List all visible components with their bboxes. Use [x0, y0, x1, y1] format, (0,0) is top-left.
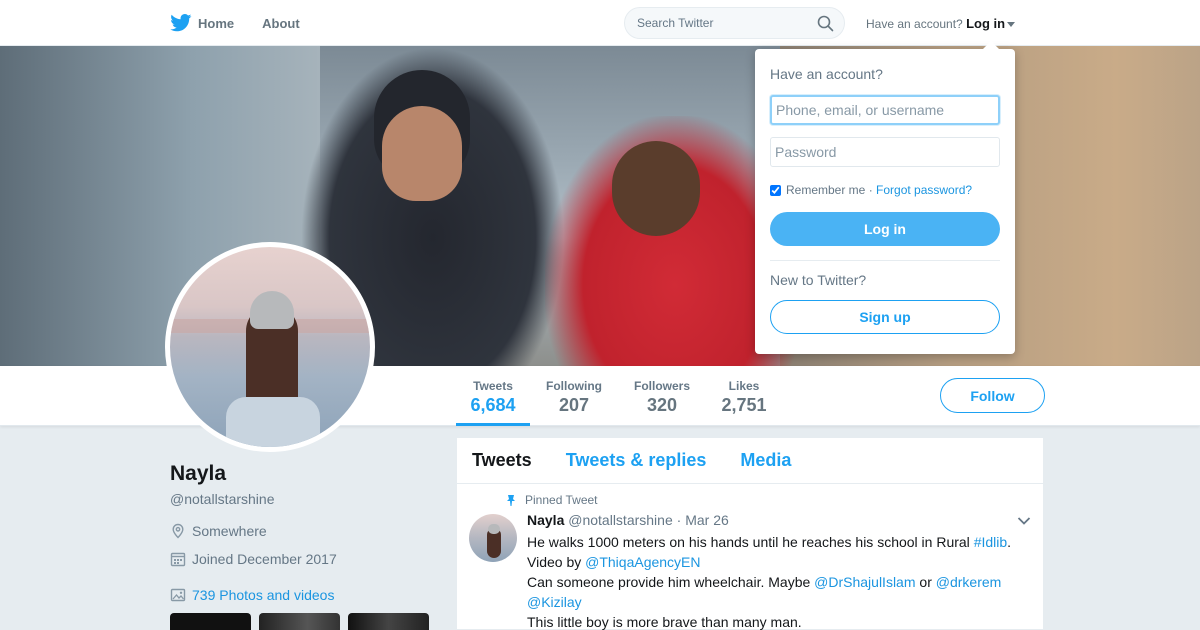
- stat-followers[interactable]: Followers 320: [628, 366, 696, 426]
- photos-videos-text: 739 Photos and videos: [192, 587, 335, 603]
- photo-thumbnail[interactable]: [259, 613, 340, 630]
- tweet-avatar-hat: [488, 524, 500, 534]
- stat-followers-label: Followers: [633, 379, 690, 393]
- timeline-tabs: Tweets Tweets & replies Media: [457, 438, 1043, 484]
- mention-link[interactable]: @Kizilay: [527, 594, 582, 610]
- joined-text: Joined December 2017: [192, 551, 337, 567]
- home-label: Home: [198, 15, 235, 31]
- tab-media[interactable]: Media: [740, 450, 791, 471]
- nav-left: Home About: [170, 0, 328, 46]
- hashtag-link[interactable]: #Idlib: [974, 534, 1007, 550]
- tweet-text-segment: This little boy is more brave than many …: [527, 614, 802, 630]
- photo-thumbnail[interactable]: [348, 613, 429, 630]
- dropdown-title: Have an account?: [770, 66, 883, 82]
- profile-joined: Joined December 2017: [170, 551, 337, 567]
- dropdown-arrow: [983, 41, 999, 49]
- home-nav-link[interactable]: Home: [170, 14, 234, 32]
- tweet-text-segment: .: [1007, 534, 1012, 550]
- avatar-body: [226, 397, 320, 447]
- tweet-line: This little boy is more brave than many …: [527, 612, 1027, 630]
- about-label: About: [262, 15, 300, 31]
- location-pin-icon: [172, 523, 184, 539]
- tweet-text-segment: Video by: [527, 554, 586, 570]
- stat-following[interactable]: Following 207: [540, 366, 608, 426]
- stat-tweets-label: Tweets: [473, 379, 513, 393]
- top-navigation-bar: Home About Have an account? Log in: [0, 0, 1200, 46]
- login-button[interactable]: Log in: [770, 212, 1000, 246]
- tweet-text-segment: He walks 1000 meters on his hands until …: [527, 534, 974, 550]
- stat-following-value: 207: [558, 395, 590, 415]
- tweet-date[interactable]: · Mar 26: [677, 512, 729, 528]
- banner-girl-head: [612, 141, 700, 236]
- about-nav-link[interactable]: About: [262, 16, 300, 31]
- tweet-text-segment: Can someone provide him wheelchair. Mayb…: [527, 574, 815, 590]
- tweet-author-handle[interactable]: @notallstarshine: [568, 512, 673, 528]
- signup-button[interactable]: Sign up: [770, 300, 1000, 334]
- login-dropdown: Have an account? Remember me · Forgot pa…: [755, 41, 1015, 354]
- profile-avatar[interactable]: [165, 242, 375, 452]
- remember-me-label[interactable]: Remember me: [786, 183, 865, 197]
- tweet-header: Nayla @notallstarshine · Mar 26: [527, 512, 729, 528]
- remember-me-checkbox[interactable]: [770, 184, 781, 196]
- pin-icon: [507, 494, 515, 506]
- stat-following-label: Following: [546, 379, 602, 393]
- stat-tweets[interactable]: Tweets 6,684: [456, 366, 530, 426]
- mention-link[interactable]: @drkerem: [936, 574, 1002, 590]
- avatar-hat: [250, 291, 294, 329]
- profile-handle[interactable]: @notallstarshine: [170, 491, 275, 507]
- new-to-twitter-text: New to Twitter?: [770, 272, 867, 288]
- dropdown-divider: [770, 260, 1000, 261]
- stat-followers-value: 320: [646, 395, 678, 415]
- tweet-line: Video by @ThiqaAgencyEN: [527, 552, 1027, 572]
- tab-tweets-and-replies[interactable]: Tweets & replies: [566, 450, 707, 471]
- chevron-down-icon[interactable]: [1017, 516, 1031, 526]
- photos-videos-link[interactable]: 739 Photos and videos: [170, 587, 334, 603]
- photo-thumbnails: [170, 613, 429, 630]
- tweet-line: Can someone provide him wheelchair. Mayb…: [527, 572, 1027, 592]
- search-input[interactable]: [625, 8, 805, 38]
- pinned-tweet-label: Pinned Tweet: [505, 493, 598, 507]
- mention-link[interactable]: @ThiqaAgencyEN: [585, 554, 700, 570]
- tweet-author-name[interactable]: Nayla: [527, 512, 564, 528]
- banner-boy-head: [382, 106, 462, 201]
- tab-tweets[interactable]: Tweets: [472, 450, 532, 471]
- mention-link[interactable]: @DrShajulIslam: [814, 574, 915, 590]
- timeline: Tweets Tweets & replies Media Pinned Twe…: [456, 437, 1044, 630]
- tweet-line: He walks 1000 meters on his hands until …: [527, 532, 1027, 552]
- search-box: [624, 7, 845, 39]
- twitter-bird-icon: [170, 14, 192, 32]
- remember-me-row: Remember me · Forgot password?: [770, 183, 972, 197]
- tweet-line: @Kizilay: [527, 592, 1027, 612]
- tweet-text: He walks 1000 meters on his hands until …: [527, 532, 1027, 630]
- password-field[interactable]: [770, 137, 1000, 167]
- pinned-text: Pinned Tweet: [525, 493, 598, 507]
- profile-location: Somewhere: [170, 523, 267, 539]
- tweet-text-segment: or: [915, 574, 936, 590]
- username-field[interactable]: [770, 95, 1000, 125]
- separator-dot: ·: [865, 183, 877, 197]
- stat-likes-label: Likes: [728, 379, 760, 393]
- forgot-password-link[interactable]: Forgot password?: [876, 183, 972, 197]
- account-menu: Have an account? Log in: [866, 16, 1016, 31]
- have-account-text: Have an account?: [866, 17, 963, 31]
- stat-likes[interactable]: Likes 2,751: [716, 366, 772, 426]
- photo-icon: [170, 588, 186, 602]
- login-menu-link[interactable]: Log in: [966, 16, 1005, 31]
- profile-name[interactable]: Nayla: [170, 462, 226, 486]
- calendar-icon: [170, 552, 186, 567]
- follow-button[interactable]: Follow: [940, 378, 1045, 413]
- search-icon[interactable]: [817, 15, 834, 32]
- caret-down-icon[interactable]: [1007, 22, 1016, 28]
- location-text: Somewhere: [192, 523, 267, 539]
- stat-likes-value: 2,751: [721, 395, 767, 415]
- tweet-author-avatar[interactable]: [469, 514, 517, 562]
- photo-thumbnail[interactable]: [170, 613, 251, 630]
- stat-tweets-value: 6,684: [470, 395, 516, 415]
